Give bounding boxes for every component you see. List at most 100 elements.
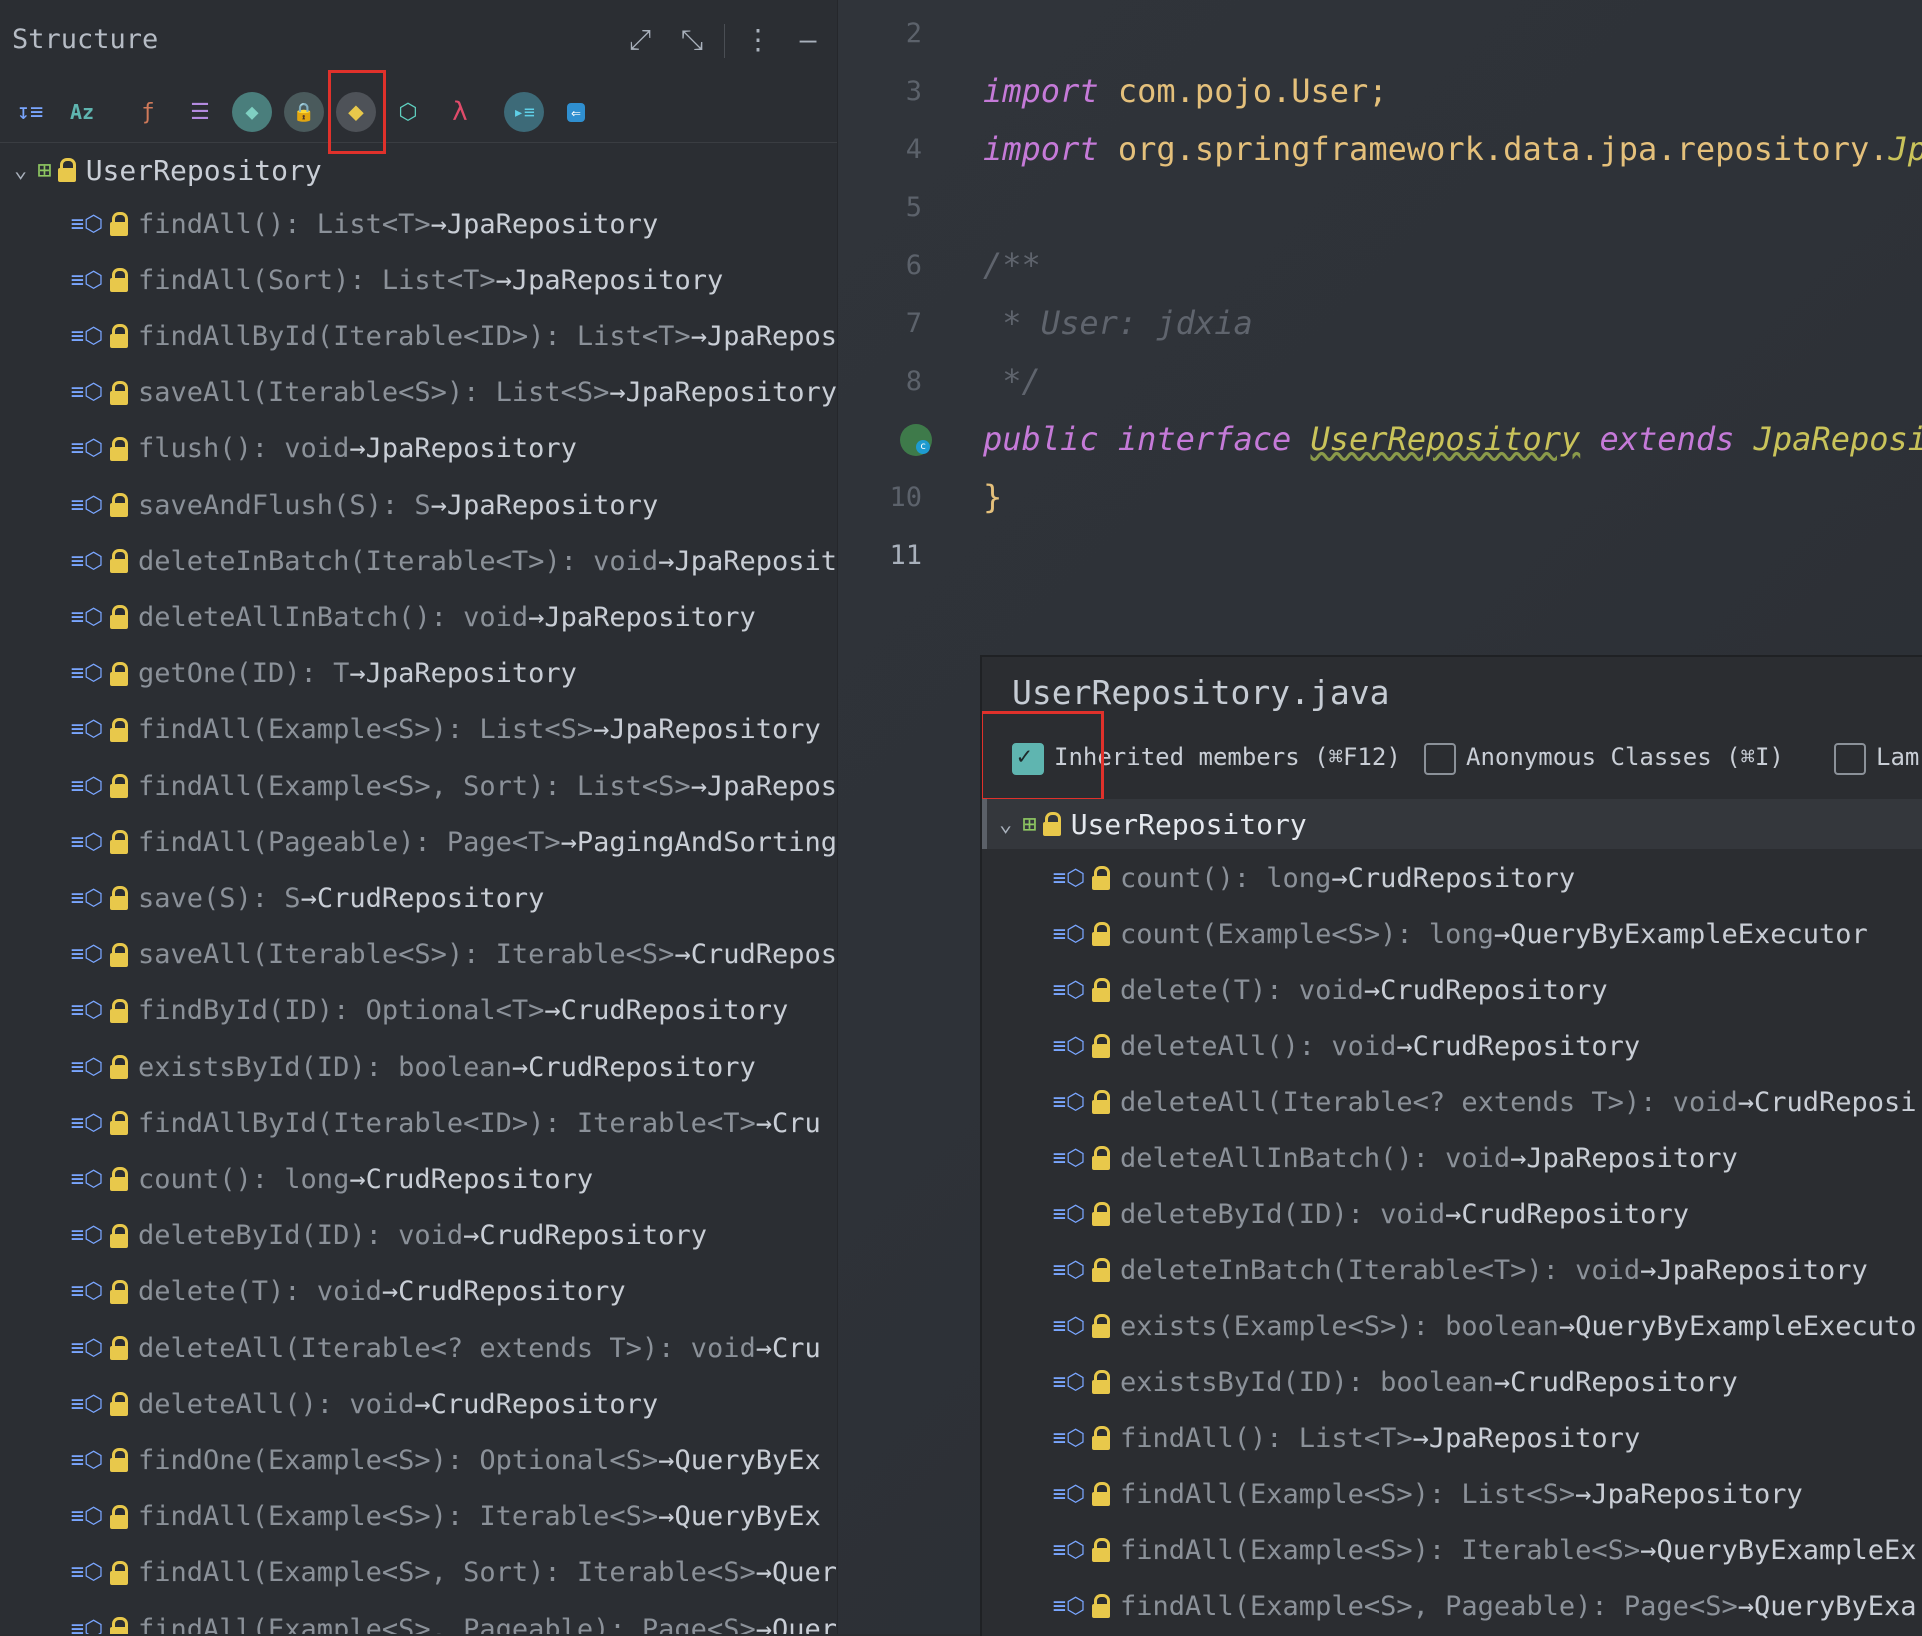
method-owner: QueryByExampleEx (1656, 1534, 1917, 1566)
implementation-gutter-icon[interactable]: c (900, 424, 932, 456)
method-signature: deleteInBatch(Iterable<T>): void (1120, 1254, 1641, 1286)
inherited-arrow-icon: → (1445, 1198, 1462, 1230)
interface-name[interactable]: UserRepository (1311, 420, 1581, 458)
show-fields-icon[interactable]: ☰ (178, 90, 222, 134)
list-item[interactable]: ≡⬡ deleteAll(): void → CrudRepository (70, 1382, 658, 1426)
show-tags-icon[interactable]: ◆ (230, 90, 274, 134)
method-signature: findOne(Example<S>): Optional<S> (138, 1444, 659, 1476)
list-item[interactable]: ≡⬡ existsById(ID): boolean → CrudRepositor… (70, 1045, 756, 1089)
inherited-method-icon: ≡⬡ (70, 604, 104, 630)
parent-interface[interactable]: JpaRepositor (1754, 420, 1922, 458)
list-item[interactable]: ≡⬡ deleteAllInBatch(): void → JpaRepositor… (1052, 1136, 1738, 1180)
divider (724, 24, 725, 58)
list-item[interactable]: ≡⬡ saveAll(Iterable<S>): List<S> → JpaRepo… (70, 371, 837, 415)
code-line-declaration: public interface UserRepository extends … (983, 420, 1922, 458)
method-owner: Cru (771, 1332, 821, 1364)
list-item[interactable]: ≡⬡ count(): long → CrudRepository (1052, 856, 1575, 900)
inherited-arrow-icon: → (528, 601, 545, 633)
expand-all-icon[interactable]: ⤢ (622, 22, 658, 58)
lock-icon (110, 1504, 128, 1529)
lock-icon (110, 268, 128, 293)
autoscroll-to-source-icon[interactable]: ▸≡ (502, 90, 546, 134)
list-item[interactable]: ≡⬡ findAll(Example<S>): Iterable<S> → Quer… (70, 1495, 821, 1539)
code-line-import-2: import org.springframework.data.jpa.repo… (983, 130, 1922, 168)
inherited-arrow-icon: → (1363, 974, 1381, 1006)
method-owner: JpaRepository (544, 601, 756, 633)
list-item[interactable]: ≡⬡ findAll(Sort): List<T> → JpaRepository (70, 258, 723, 302)
list-item[interactable]: ≡⬡ findById(ID): Optional<T> → CrudReposit… (70, 989, 788, 1033)
list-item[interactable]: ≡⬡ deleteAllInBatch(): void → JpaRepositor… (70, 595, 756, 639)
popup-tree-root[interactable]: ⌄ ⊞ UserRepository (982, 799, 1922, 849)
method-owner: JpaRepository (609, 714, 821, 746)
method-signature: saveAll(Iterable<S>): Iterable<S> (138, 939, 675, 971)
list-item[interactable]: ≡⬡ deleteAll(): void → CrudRepository (1052, 1024, 1640, 1068)
chevron-down-icon[interactable]: ⌄ (999, 812, 1012, 837)
method-owner: QueryByExampleExecutor (1510, 918, 1868, 950)
more-options-icon[interactable]: ⋮ (740, 22, 776, 58)
list-item[interactable]: ≡⬡ deleteById(ID): void → CrudRepository (1052, 1192, 1689, 1236)
method-signature: findAll(Example<S>): List<S> (138, 714, 594, 746)
show-anonymous-icon[interactable]: ⬡ (386, 90, 430, 134)
list-item[interactable]: ≡⬡ flush(): void → JpaRepository (70, 427, 577, 471)
inherited-arrow-icon: → (658, 1501, 675, 1533)
chevron-down-icon[interactable]: ⌄ (14, 158, 27, 183)
list-item[interactable]: ≡⬡ saveAndFlush(S): S → JpaRepository (70, 483, 658, 527)
method-signature: deleteInBatch(Iterable<T>): void (138, 545, 659, 577)
list-item[interactable]: ≡⬡ deleteAll(Iterable<? extends T>): void… (1052, 1080, 1917, 1124)
inherited-arrow-icon: → (463, 1220, 480, 1252)
list-item[interactable]: ≡⬡ findAll(Example<S>): List<S> → JpaRepos… (70, 708, 821, 752)
lock-icon (1092, 1594, 1110, 1618)
list-item[interactable]: ≡⬡ getOne(ID): T → JpaRepository (70, 652, 577, 696)
list-item[interactable]: ≡⬡ deleteById(ID): void → CrudRepository (70, 1214, 707, 1258)
list-item[interactable]: ≡⬡ exists(Example<S>): boolean → QueryByEx… (1052, 1304, 1917, 1348)
list-item[interactable]: ≡⬡ deleteInBatch(Iterable<T>): void → JpaR… (70, 539, 837, 583)
inherited-members-label[interactable]: Inherited members (⌘F12) (1054, 743, 1401, 771)
tree-root[interactable]: ⌄ ⊞ UserRepository (0, 150, 322, 190)
collapse-all-icon[interactable]: ⤡ (674, 22, 710, 58)
anonymous-classes-checkbox[interactable] (1424, 743, 1456, 775)
list-item[interactable]: ≡⬡ findAll(Example<S>, Sort): List<S> → Jp… (70, 764, 837, 808)
list-item[interactable]: ≡⬡ findAllById(Iterable<ID>): List<T> → Jp… (70, 314, 837, 358)
list-item[interactable]: ≡⬡ findAllById(Iterable<ID>): Iterable<T>… (70, 1101, 821, 1145)
list-item[interactable]: ≡⬡ findAll(Example<S>, Sort): Iterable<S>… (70, 1551, 837, 1595)
list-item[interactable]: ≡⬡ save(S): S → CrudRepository (70, 876, 545, 920)
list-item[interactable]: ≡⬡ findAll(Example<S>, Pageable): Page<S>… (70, 1607, 837, 1634)
method-signature: findAll(Example<S>): Iterable<S> (138, 1501, 659, 1533)
list-item[interactable]: ≡⬡ deleteInBatch(Iterable<T>): void → JpaR… (1052, 1248, 1868, 1292)
sort-alphabetically-icon[interactable]: Az (60, 90, 104, 134)
autoscroll-from-source-icon[interactable]: ⇐ (554, 90, 598, 134)
list-item[interactable]: ≡⬡ findAll(): List<T> → JpaRepository (70, 202, 658, 246)
minimize-icon[interactable]: — (790, 22, 826, 58)
show-non-public-icon[interactable]: 🔒 (282, 90, 326, 134)
lambdas-checkbox[interactable] (1834, 743, 1866, 775)
sort-visibility-icon[interactable]: ↧≡ (8, 90, 52, 134)
list-item[interactable]: ≡⬡ findAll(Pageable): Page<T> → PagingAndS… (70, 820, 837, 864)
method-owner: PagingAndSorting (576, 826, 837, 858)
method-signature: deleteAll(Iterable<? extends T>): void (1120, 1086, 1738, 1118)
list-item[interactable]: ≡⬡ findAll(Example<S>, Pageable): Page<S>… (1052, 1584, 1917, 1628)
list-item[interactable]: ≡⬡ deleteAll(Iterable<? extends T>): void… (70, 1326, 821, 1370)
lambdas-label[interactable]: Lam (1876, 743, 1919, 771)
inherited-method-icon: ≡⬡ (70, 1335, 104, 1361)
line-number: 8 (905, 366, 922, 397)
lock-icon (57, 158, 76, 182)
list-item[interactable]: ≡⬡ findAll(): List<T> → JpaRepository (1052, 1416, 1640, 1460)
method-owner: QueryByEx (674, 1444, 821, 1476)
inherited-arrow-icon: → (690, 770, 707, 802)
list-item[interactable]: ≡⬡ existsById(ID): boolean → CrudRepositor… (1052, 1360, 1738, 1404)
list-item[interactable]: ≡⬡ count(Example<S>): long → QueryByExampl… (1052, 912, 1868, 956)
list-item[interactable]: ≡⬡ saveAll(Iterable<S>): Iterable<S> → Cru… (70, 933, 837, 977)
method-owner: JpaRepository (625, 377, 837, 409)
anonymous-classes-label[interactable]: Anonymous Classes (⌘I) (1466, 743, 1784, 771)
list-item[interactable]: ≡⬡ findOne(Example<S>): Optional<S> → Quer… (70, 1438, 821, 1482)
inherited-arrow-icon: → (755, 1107, 772, 1139)
lock-icon (1092, 1034, 1110, 1058)
list-item[interactable]: ≡⬡ count(): long → CrudRepository (70, 1157, 593, 1201)
group-methods-icon[interactable]: ƒ (126, 90, 170, 134)
inherited-arrow-icon: → (609, 377, 626, 409)
list-item[interactable]: ≡⬡ delete(T): void → CrudRepository (70, 1270, 626, 1314)
list-item[interactable]: ≡⬡ findAll(Example<S>): List<S> → JpaRepos… (1052, 1472, 1803, 1516)
show-lambdas-icon[interactable]: λ (438, 90, 482, 134)
list-item[interactable]: ≡⬡ findAll(Example<S>): Iterable<S> → Quer… (1052, 1528, 1917, 1572)
list-item[interactable]: ≡⬡ delete(T): void → CrudRepository (1052, 968, 1608, 1012)
